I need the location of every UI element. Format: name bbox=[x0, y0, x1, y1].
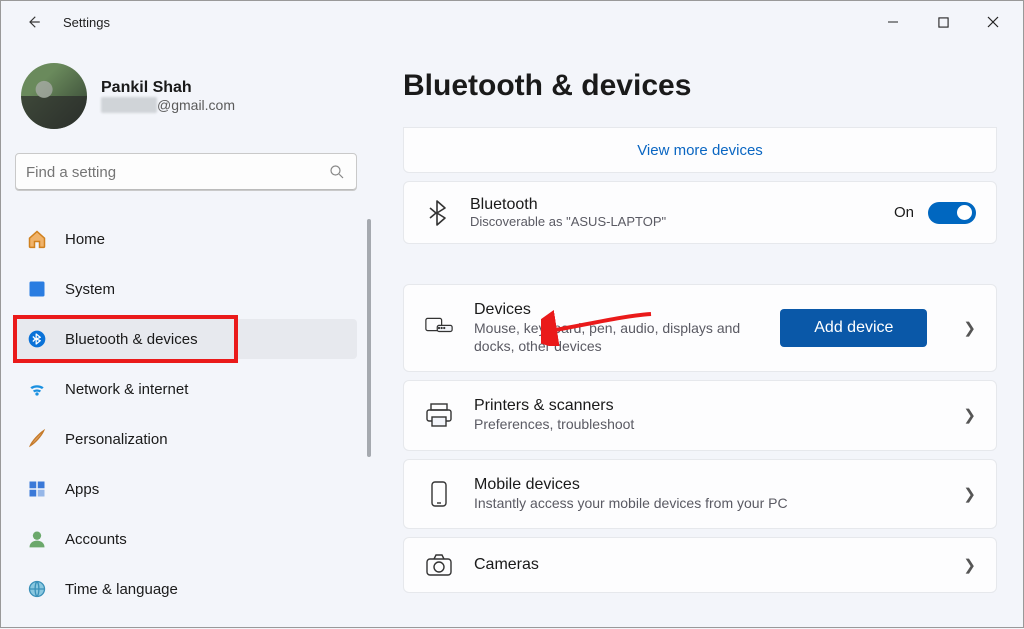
search-icon bbox=[328, 163, 346, 181]
system-icon bbox=[28, 280, 46, 298]
profile-card[interactable]: Pankil Shah xxxxxxxx@gmail.com bbox=[15, 63, 357, 129]
close-button[interactable] bbox=[979, 8, 1007, 36]
sidebar-item-home[interactable]: Home bbox=[15, 219, 357, 259]
bluetooth-toggle-card: Bluetooth Discoverable as "ASUS-LAPTOP" … bbox=[403, 181, 997, 244]
maximize-button[interactable] bbox=[929, 8, 957, 36]
globe-icon bbox=[27, 579, 47, 599]
profile-email: xxxxxxxx@gmail.com bbox=[101, 97, 235, 113]
maximize-icon bbox=[938, 17, 949, 28]
sidebar-item-system[interactable]: System bbox=[15, 269, 357, 309]
back-button[interactable] bbox=[21, 10, 45, 34]
sidebar-item-label: Home bbox=[65, 231, 105, 248]
cameras-row[interactable]: Cameras ❯ bbox=[403, 537, 997, 593]
mobile-subtitle: Instantly access your mobile devices fro… bbox=[474, 494, 943, 512]
sidebar-item-label: Network & internet bbox=[65, 381, 188, 398]
profile-name: Pankil Shah bbox=[101, 79, 235, 97]
mobile-devices-row[interactable]: Mobile devices Instantly access your mob… bbox=[403, 459, 997, 529]
sidebar-item-apps[interactable]: Apps bbox=[15, 469, 357, 509]
devices-subtitle: Mouse, keyboard, pen, audio, displays an… bbox=[474, 319, 760, 355]
sidebar-item-bluetooth-devices[interactable]: Bluetooth & devices bbox=[15, 319, 357, 359]
add-device-button[interactable]: Add device bbox=[780, 309, 927, 347]
chevron-right-icon: ❯ bbox=[963, 485, 976, 503]
bluetooth-toggle[interactable] bbox=[928, 202, 976, 224]
camera-icon bbox=[426, 554, 452, 576]
view-more-devices-link[interactable]: View more devices bbox=[403, 127, 997, 173]
sidebar-item-label: Time & language bbox=[65, 581, 178, 598]
sidebar-item-label: Personalization bbox=[65, 431, 168, 448]
avatar bbox=[21, 63, 87, 129]
sidebar-item-label: System bbox=[65, 281, 115, 298]
sidebar-item-label: Apps bbox=[65, 481, 99, 498]
printers-subtitle: Preferences, troubleshoot bbox=[474, 415, 943, 433]
brush-icon bbox=[27, 429, 47, 449]
devices-title: Devices bbox=[474, 301, 760, 319]
bluetooth-subtitle: Discoverable as "ASUS-LAPTOP" bbox=[470, 214, 874, 229]
chevron-right-icon: ❯ bbox=[963, 406, 976, 424]
window-title: Settings bbox=[63, 15, 110, 30]
sidebar-item-accounts[interactable]: Accounts bbox=[15, 519, 357, 559]
search-input[interactable] bbox=[15, 153, 357, 191]
scroll-indicator[interactable] bbox=[367, 219, 371, 457]
printer-icon bbox=[426, 403, 452, 427]
toggle-label: On bbox=[894, 204, 914, 221]
devices-icon bbox=[425, 316, 453, 340]
chevron-right-icon: ❯ bbox=[963, 319, 976, 337]
main-content: Bluetooth & devices View more devices Bl… bbox=[373, 43, 1023, 629]
sidebar-item-label: Accounts bbox=[65, 531, 127, 548]
printers-title: Printers & scanners bbox=[474, 397, 943, 415]
minimize-icon bbox=[887, 16, 899, 28]
sidebar-item-personalization[interactable]: Personalization bbox=[15, 419, 357, 459]
home-icon bbox=[27, 229, 47, 249]
sidebar-item-network[interactable]: Network & internet bbox=[15, 369, 357, 409]
mobile-icon bbox=[430, 481, 448, 507]
wifi-icon bbox=[27, 379, 47, 399]
nav-list: Home System Bluetooth & devices Network … bbox=[15, 219, 357, 619]
cameras-title: Cameras bbox=[474, 556, 943, 574]
sidebar-item-label: Bluetooth & devices bbox=[65, 331, 198, 348]
printers-row[interactable]: Printers & scanners Preferences, trouble… bbox=[403, 380, 997, 450]
search-field[interactable] bbox=[26, 164, 328, 181]
titlebar: Settings bbox=[1, 1, 1023, 43]
sidebar-item-time-language[interactable]: Time & language bbox=[15, 569, 357, 609]
devices-row[interactable]: Devices Mouse, keyboard, pen, audio, dis… bbox=[403, 284, 997, 372]
account-icon bbox=[27, 529, 47, 549]
apps-icon bbox=[28, 480, 46, 498]
bluetooth-icon bbox=[27, 329, 47, 349]
mobile-title: Mobile devices bbox=[474, 476, 943, 494]
sidebar: Pankil Shah xxxxxxxx@gmail.com Home Syst… bbox=[1, 43, 373, 629]
minimize-button[interactable] bbox=[879, 8, 907, 36]
bluetooth-icon bbox=[427, 199, 447, 227]
arrow-left-icon bbox=[24, 13, 42, 31]
close-icon bbox=[987, 16, 999, 28]
bluetooth-title: Bluetooth bbox=[470, 196, 874, 214]
chevron-right-icon: ❯ bbox=[963, 556, 976, 574]
page-title: Bluetooth & devices bbox=[403, 69, 997, 103]
